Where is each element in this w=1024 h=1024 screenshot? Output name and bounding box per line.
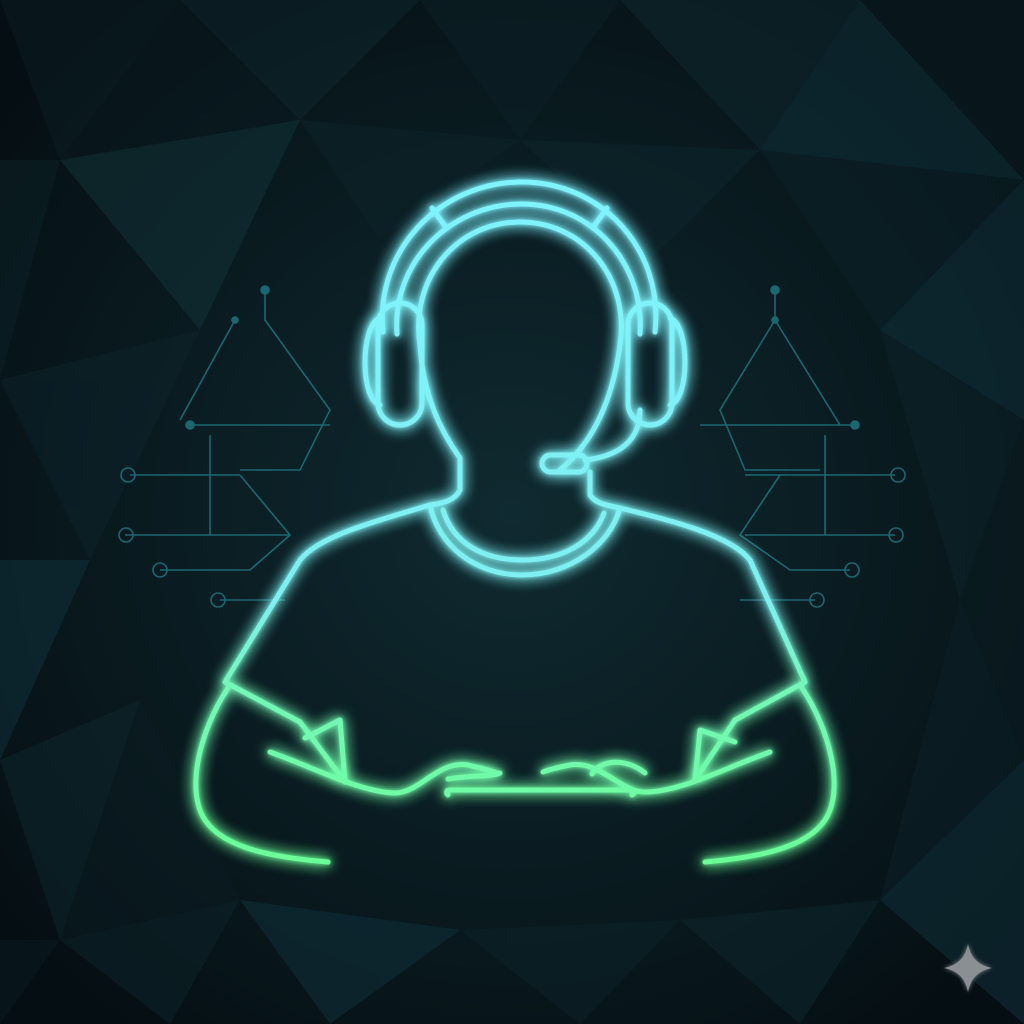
illustration-canvas (0, 0, 1024, 1024)
neon-gamer-illustration (0, 0, 1024, 1024)
controller-bar-left-tip (444, 787, 453, 798)
